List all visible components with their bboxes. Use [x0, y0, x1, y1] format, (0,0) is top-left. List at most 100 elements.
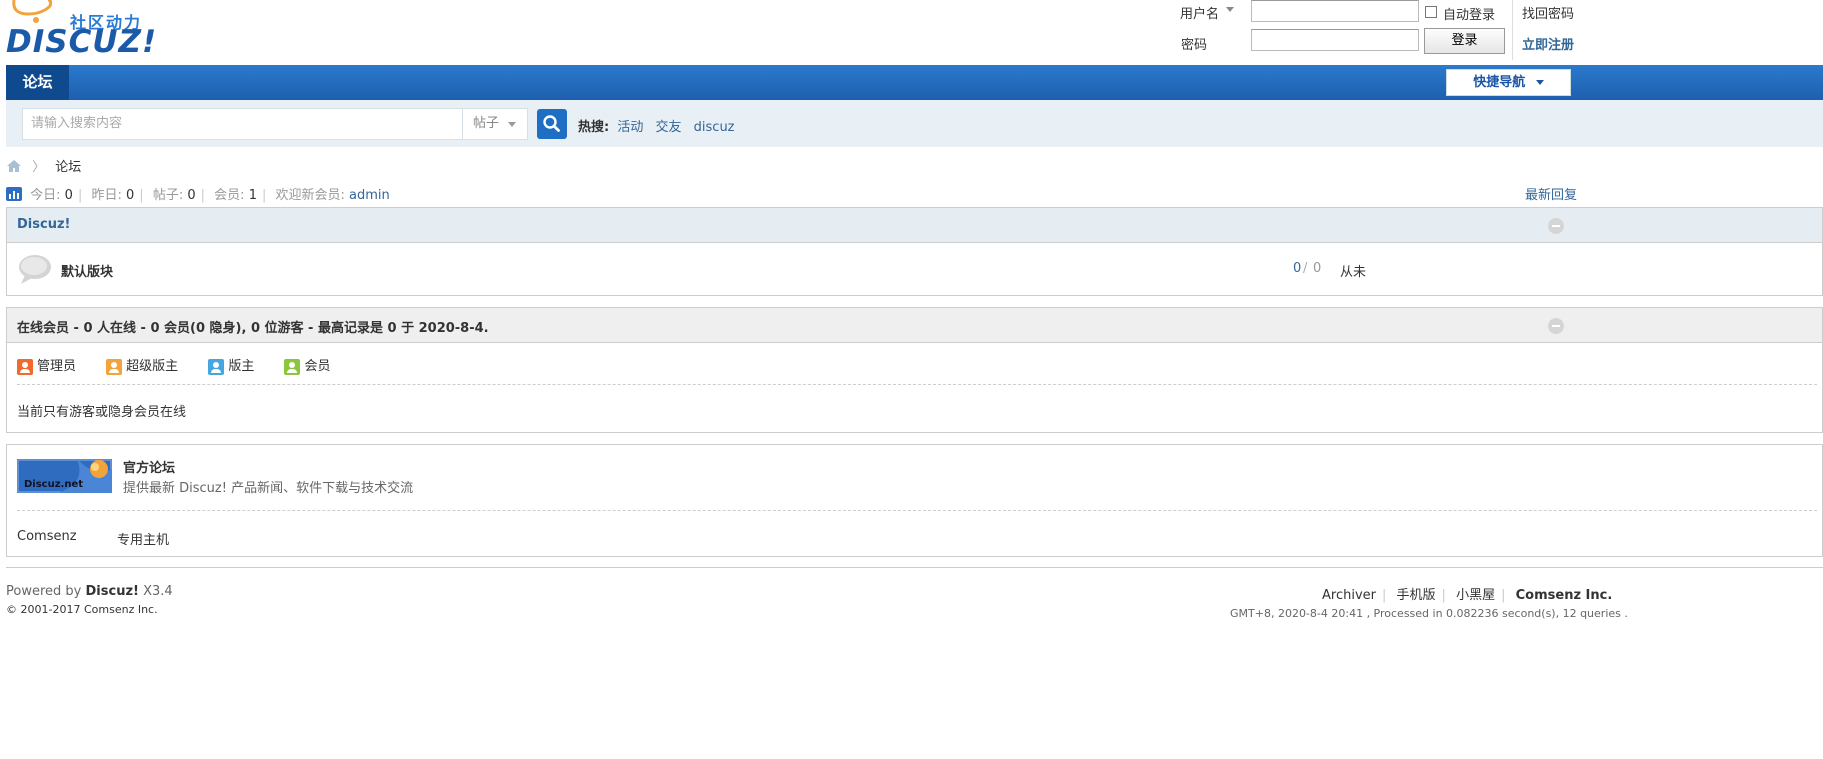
- auto-login-checkbox[interactable]: [1425, 6, 1437, 18]
- legend-item-admin: 管理员: [17, 358, 80, 375]
- main-nav: 论坛 快捷导航: [6, 65, 1823, 100]
- hot-search: 热搜: 活动 交友 discuz: [578, 116, 743, 135]
- username-label: 用户名: [1180, 7, 1220, 22]
- forum-category-panel: Discuz! 默认版块 0 / 0 从未: [6, 207, 1823, 296]
- footer-divider: [6, 567, 1823, 568]
- moderator-user-icon: [208, 358, 225, 375]
- stats-yesterday-label: 昨日:: [91, 188, 122, 203]
- auto-login-label: 自动登录: [1443, 8, 1496, 23]
- forum-thread-count: 0: [1293, 261, 1302, 276]
- discuz-logo[interactable]: 社区动力 DISCUZ!: [6, 0, 156, 60]
- home-icon[interactable]: [6, 159, 22, 173]
- footer-link-mobile[interactable]: 手机版: [1397, 588, 1436, 603]
- legend-label: 超级版主: [126, 359, 179, 374]
- forgot-password-link[interactable]: 找回密码: [1522, 3, 1574, 22]
- member-user-icon: [284, 358, 301, 375]
- online-header: 在线会员 - 0 人在线 - 0 会员(0 隐身), 0 位游客 - 最高记录是…: [7, 308, 1822, 343]
- stats-chart-icon: [6, 187, 22, 201]
- footer-link-archiver[interactable]: Archiver: [1322, 588, 1376, 603]
- powered-by: Powered by Discuz! X3.4: [6, 584, 173, 599]
- footer-links: Archiver | 手机版 | 小黑屋 | Comsenz Inc.: [1322, 588, 1613, 603]
- hot-term[interactable]: 活动: [617, 120, 643, 135]
- online-members-panel: 在线会员 - 0 人在线 - 0 会员(0 隐身), 0 位游客 - 最高记录是…: [6, 307, 1823, 433]
- super-moderator-user-icon: [106, 358, 123, 375]
- official-forum-link[interactable]: 官方论坛: [123, 457, 175, 476]
- powered-prefix: Powered by: [6, 584, 82, 599]
- forum-last-post: 从未: [1340, 265, 1367, 280]
- breadcrumb: 〉 论坛: [6, 156, 81, 175]
- banner-text: Discuz.net: [24, 479, 84, 490]
- login-divider: [1512, 0, 1513, 60]
- text-link-comsenz[interactable]: Comsenz: [17, 529, 77, 544]
- forum-post-count: 0: [1313, 261, 1322, 276]
- search-bar: 请输入搜索内容 帖子 热搜: 活动 交友 discuz: [6, 100, 1823, 147]
- copyright: © 2001-2017 Comsenz Inc.: [6, 603, 173, 616]
- divider: [17, 384, 1817, 385]
- online-title[interactable]: 在线会员 - 0 人在线 - 0 会员(0 隐身), 0 位游客 - 最高记录是…: [17, 317, 489, 336]
- forum-name-link[interactable]: 默认版块: [61, 261, 113, 280]
- online-legend: 管理员 超级版主 版主 会员: [17, 355, 330, 375]
- quick-nav-button[interactable]: 快捷导航: [1446, 69, 1571, 96]
- online-message: 当前只有游客或隐身会员在线: [17, 405, 187, 420]
- hot-term[interactable]: discuz: [694, 120, 735, 135]
- search-input[interactable]: 请输入搜索内容: [22, 108, 462, 140]
- legend-label: 管理员: [37, 359, 77, 374]
- forum-count-separator: /: [1303, 261, 1308, 276]
- quick-nav-label: 快捷导航: [1473, 75, 1526, 90]
- register-link[interactable]: 立即注册: [1522, 34, 1574, 53]
- legend-item-member: 会员: [284, 358, 331, 375]
- chevron-down-icon: [508, 122, 516, 127]
- chevron-down-icon: [1535, 80, 1544, 85]
- processed-info: GMT+8, 2020-8-4 20:41 , Processed in 0.0…: [1230, 607, 1628, 620]
- collapse-icon[interactable]: [1548, 318, 1564, 334]
- divider: [17, 510, 1817, 511]
- password-input[interactable]: [1251, 29, 1419, 51]
- legend-item-moderator: 版主: [208, 358, 258, 375]
- discuz-net-banner[interactable]: Discuz.net: [17, 459, 112, 493]
- forum-row: 默认版块 0 / 0 从未: [7, 243, 1822, 295]
- category-header: Discuz!: [7, 208, 1822, 243]
- legend-label: 会员: [304, 359, 331, 374]
- footer-right: Archiver | 手机版 | 小黑屋 | Comsenz Inc. GMT+8, …: [1230, 584, 1628, 620]
- latest-replies-link[interactable]: 最新回复: [1525, 184, 1577, 203]
- stats-members-label: 会员:: [214, 188, 245, 203]
- hot-search-label: 热搜:: [578, 120, 610, 135]
- nav-tab-forum[interactable]: 论坛: [6, 65, 69, 100]
- admin-user-icon: [17, 358, 33, 375]
- footer-link-comsenz[interactable]: Comsenz Inc.: [1516, 588, 1613, 603]
- official-forum-desc: 提供最新 Discuz! 产品新闻、软件下载与技术交流: [123, 481, 414, 496]
- chevron-down-icon[interactable]: [1226, 7, 1234, 12]
- stats-today-value: 0: [64, 188, 73, 203]
- discuz-link[interactable]: Discuz!: [86, 584, 139, 599]
- forum-stats: 今日: 0 | 昨日: 0 | 帖子: 0 | 会员: 1 | 欢迎新会员: admin: [6, 184, 390, 203]
- copyright-prefix: © 2001-2017: [6, 603, 81, 616]
- stats-welcome-label: 欢迎新会员:: [275, 188, 345, 203]
- friend-links-panel: Discuz.net 官方论坛 提供最新 Discuz! 产品新闻、软件下载与技…: [6, 444, 1823, 557]
- stats-yesterday-value: 0: [126, 188, 135, 203]
- new-member-link[interactable]: admin: [349, 188, 390, 203]
- stats-today-label: 今日:: [30, 188, 61, 203]
- search-icon: [543, 115, 560, 132]
- stats-posts-value: 0: [187, 188, 196, 203]
- breadcrumb-separator-icon: 〉: [32, 160, 46, 175]
- legend-item-super-moderator: 超级版主: [106, 358, 182, 375]
- collapse-icon[interactable]: [1548, 218, 1564, 234]
- login-button[interactable]: 登录: [1424, 28, 1505, 54]
- search-type-select[interactable]: 帖子: [462, 108, 528, 140]
- username-input[interactable]: [1251, 0, 1419, 22]
- comsenz-copyright-link[interactable]: Comsenz Inc.: [84, 603, 158, 616]
- forum-speech-bubble-icon: [19, 255, 51, 284]
- version: X3.4: [143, 584, 173, 599]
- footer-link-blacklist[interactable]: 小黑屋: [1456, 588, 1495, 603]
- password-label: 密码: [1181, 38, 1208, 53]
- footer-left: Powered by Discuz! X3.4 © 2001-2017 Coms…: [6, 584, 173, 616]
- search-button[interactable]: [537, 109, 567, 139]
- search-type-value: 帖子: [473, 116, 500, 131]
- category-title[interactable]: Discuz!: [17, 217, 70, 232]
- breadcrumb-current[interactable]: 论坛: [55, 160, 81, 175]
- hot-term[interactable]: 交友: [656, 120, 682, 135]
- stats-posts-label: 帖子:: [152, 188, 184, 203]
- legend-label: 版主: [228, 359, 255, 374]
- stats-members-value: 1: [248, 188, 257, 203]
- text-link-hosting[interactable]: 专用主机: [117, 529, 169, 548]
